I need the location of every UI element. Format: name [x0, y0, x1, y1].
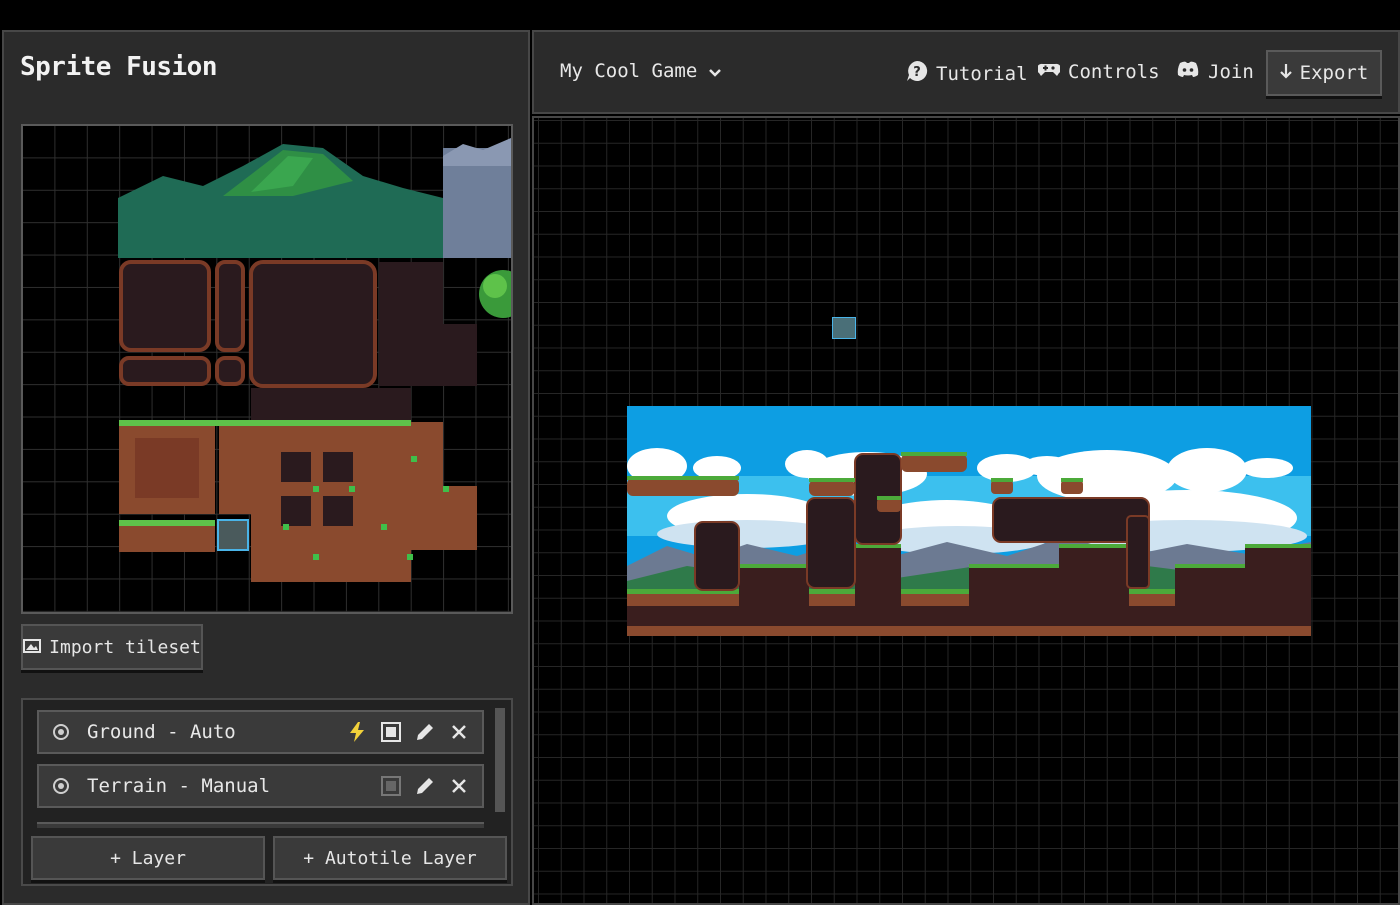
add-autotile-layer-button[interactable]: + Autotile Layer: [273, 836, 507, 880]
map-canvas[interactable]: [532, 116, 1400, 905]
controls-link[interactable]: Controls: [1036, 60, 1160, 83]
layer-name: Terrain - Manual: [87, 775, 271, 797]
export-button[interactable]: Export: [1266, 50, 1382, 96]
join-discord-link[interactable]: Join: [1176, 60, 1254, 83]
tileset-toggle-icon[interactable]: [380, 721, 402, 743]
chevron-down-icon: [709, 60, 722, 82]
help-icon: ?: [906, 60, 928, 87]
close-icon[interactable]: [448, 721, 470, 743]
left-panel: Sprite Fusion Import tileset Ground - Au…: [2, 30, 530, 905]
image-icon: [23, 637, 42, 658]
app-title: Sprite Fusion: [20, 52, 218, 82]
layer-row-ground[interactable]: Ground - Auto: [37, 710, 484, 754]
discord-icon: [1176, 60, 1200, 83]
tutorial-link[interactable]: ? Tutorial: [906, 60, 1028, 87]
import-tileset-label: Import tileset: [49, 636, 201, 658]
layer-row-terrain[interactable]: Terrain - Manual: [37, 764, 484, 808]
svg-text:?: ?: [913, 65, 921, 80]
gamepad-icon: [1036, 60, 1062, 83]
tutorial-label: Tutorial: [936, 62, 1028, 85]
join-label: Join: [1208, 60, 1254, 83]
layers-scrollbar[interactable]: [495, 708, 505, 812]
tileset-preview[interactable]: [21, 124, 513, 614]
tileset-toggle-icon[interactable]: [380, 775, 402, 797]
eye-icon[interactable]: [53, 724, 69, 740]
layers-panel: Ground - Auto Terrain - Manual + Layer +…: [21, 698, 513, 886]
layer-row-partial[interactable]: [37, 822, 484, 828]
level-map[interactable]: [627, 406, 1311, 636]
tile-cursor: [832, 317, 856, 339]
layer-name: Ground - Auto: [87, 721, 236, 743]
eye-icon[interactable]: [53, 778, 69, 794]
add-layer-button[interactable]: + Layer: [31, 836, 265, 880]
pencil-icon[interactable]: [414, 721, 436, 743]
project-name: My Cool Game: [560, 60, 698, 82]
lightning-icon[interactable]: [346, 721, 368, 743]
import-tileset-button[interactable]: Import tileset: [21, 624, 203, 670]
pencil-icon[interactable]: [414, 775, 436, 797]
arrow-down-icon: [1279, 62, 1292, 84]
project-dropdown[interactable]: My Cool Game: [560, 60, 722, 82]
tileset-image[interactable]: [23, 126, 511, 612]
export-label: Export: [1299, 62, 1369, 84]
controls-label: Controls: [1068, 60, 1160, 83]
top-bar: My Cool Game ? Tutorial Controls Join Ex…: [532, 30, 1400, 114]
close-icon[interactable]: [448, 775, 470, 797]
